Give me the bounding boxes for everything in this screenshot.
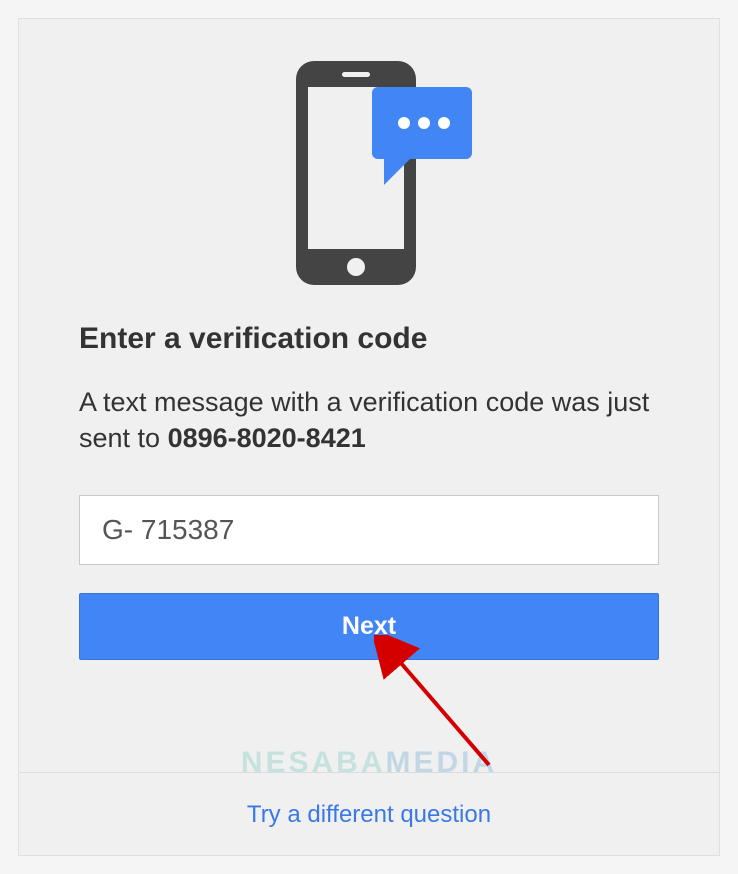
content-area: Enter a verification code A text message… <box>19 322 719 660</box>
phone-sms-icon <box>264 57 474 294</box>
verification-code-input[interactable] <box>79 495 659 565</box>
phone-number: 0896-8020-8421 <box>168 423 366 453</box>
hero-illustration <box>19 19 719 294</box>
try-different-question-link[interactable]: Try a different question <box>247 801 491 828</box>
instruction-text: A text message with a verification code … <box>79 384 659 457</box>
verification-card: Enter a verification code A text message… <box>18 18 720 856</box>
footer: Try a different question <box>19 772 719 855</box>
heading: Enter a verification code <box>79 322 659 356</box>
next-button[interactable]: Next <box>79 593 659 660</box>
